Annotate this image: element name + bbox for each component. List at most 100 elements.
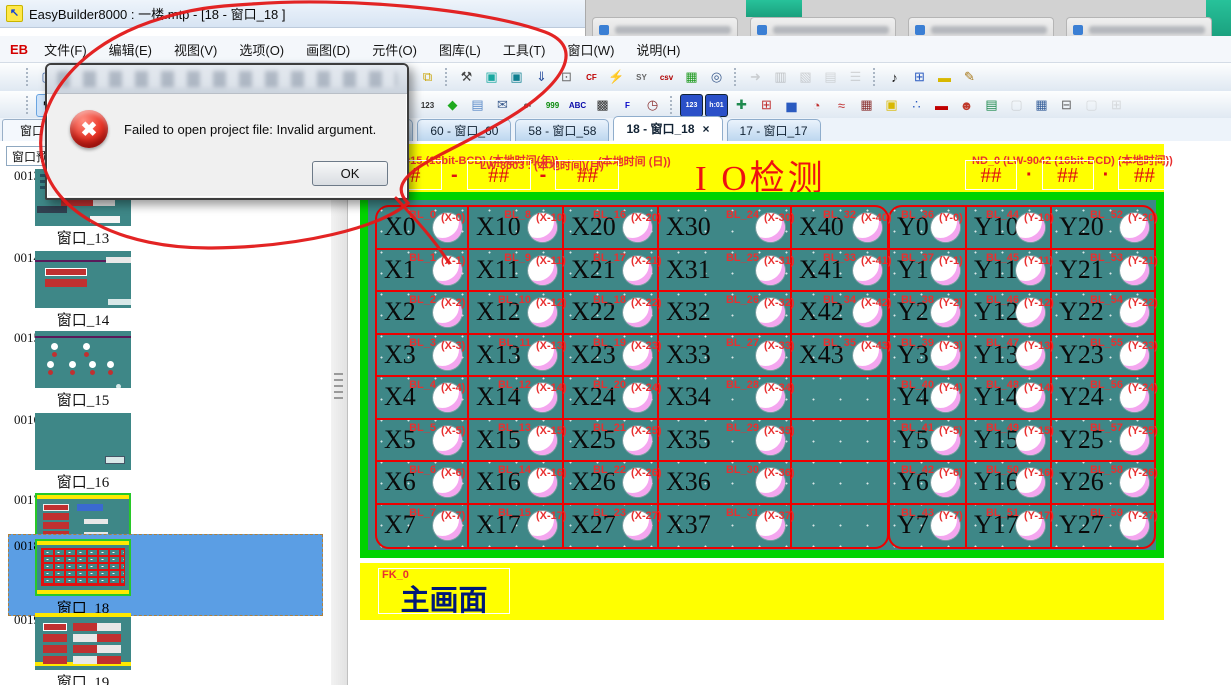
meter-display-icon[interactable]: ◔: [805, 94, 828, 117]
gray-copy-icon[interactable]: ▢: [1080, 94, 1103, 117]
operator-icon[interactable]: ☻: [955, 94, 978, 117]
io-cell-X21[interactable]: X21BL_17(X-21): [564, 250, 659, 293]
io-cell-Y23[interactable]: Y23BL_55(Y-23): [1052, 335, 1154, 378]
picture-library-icon[interactable]: ▧: [794, 66, 817, 89]
io-cell-Y27[interactable]: Y27BL_59(Y-27): [1052, 505, 1154, 548]
numeric-display-box[interactable]: ##: [1042, 160, 1094, 190]
window-thumbnail[interactable]: [35, 413, 131, 470]
date-display[interactable]: ##-##-##: [378, 160, 619, 190]
io-cell-X25[interactable]: X25BL_21(X-25): [564, 420, 659, 463]
drawer-icon[interactable]: ☰: [844, 66, 867, 89]
menu-item[interactable]: 编辑(E): [109, 43, 152, 58]
function-f-icon[interactable]: F: [616, 94, 639, 117]
address-grid-icon[interactable]: ⊞: [908, 66, 931, 89]
window-thumbnail[interactable]: [35, 539, 131, 596]
io-cell-X37[interactable]: X37BL_31(X-37): [659, 505, 792, 548]
scatter-icon[interactable]: ∴: [905, 94, 928, 117]
online-simulation-icon[interactable]: ▣: [480, 66, 503, 89]
sound-library-icon[interactable]: ♪: [883, 66, 906, 89]
canvas-header-bar[interactable]: LW-9015 (16bit-BCD) (本地时间(年)) LW-8003 : …: [360, 144, 1164, 192]
io-cell-X26[interactable]: X26BL_22(X-26): [564, 462, 659, 505]
barcode-icon[interactable]: ▩: [591, 94, 614, 117]
io-cell-X7[interactable]: X7BL_7(X-7): [377, 505, 469, 548]
numeric-display-icon[interactable]: 999: [541, 94, 564, 117]
menu-item[interactable]: 说明(H): [636, 43, 680, 58]
io-cell-X10[interactable]: X10BL_8(X-10): [469, 207, 564, 250]
document-tab[interactable]: 17 - 窗口_17: [727, 119, 821, 141]
io-cell-Y14[interactable]: Y14BL_48(Y-14): [967, 377, 1052, 420]
time-display-icon[interactable]: h:01: [705, 94, 728, 117]
menu-item[interactable]: 视图(V): [174, 43, 217, 58]
menu-item[interactable]: 元件(O): [372, 43, 417, 58]
window-preview-item[interactable]: 0016窗口_16: [0, 412, 331, 492]
io-cell-X31[interactable]: X31BL_25(X-31): [659, 250, 792, 293]
window-thumbnail[interactable]: [35, 251, 131, 308]
exit-icon[interactable]: ➜: [744, 66, 767, 89]
recipe-table-icon[interactable]: ▦: [680, 66, 703, 89]
menu-item[interactable]: 图库(L): [439, 43, 481, 58]
io-cell-Y7[interactable]: Y7BL_43(Y-7): [890, 505, 967, 548]
document-tab[interactable]: 18 - 窗口_18×: [613, 116, 722, 141]
io-cell-X17[interactable]: X17BL_15(X-17): [469, 505, 564, 548]
io-cell-X3[interactable]: X3BL_3(X-3): [377, 335, 469, 378]
io-cell-X6[interactable]: X6BL_6(X-6): [377, 462, 469, 505]
window-copy-icon[interactable]: ⧉: [416, 66, 439, 89]
io-cell-X2[interactable]: X2BL_2(X-2): [377, 292, 469, 335]
pointer-menu-icon[interactable]: ▤: [466, 94, 489, 117]
numeric-display-box[interactable]: ##: [965, 160, 1017, 190]
event-log-icon[interactable]: ▤: [980, 94, 1003, 117]
io-cell-Y11[interactable]: Y11BL_45(Y-11): [967, 250, 1052, 293]
io-cell-Y6[interactable]: Y6BL_42(Y-6): [890, 462, 967, 505]
io-cell-X5[interactable]: X5BL_5(X-5): [377, 420, 469, 463]
io-cell-Y24[interactable]: Y24BL_56(Y-24): [1052, 377, 1154, 420]
schedule-icon[interactable]: ▦: [1030, 94, 1053, 117]
window-preview-item[interactable]: 0019窗口_19: [0, 612, 331, 685]
io-cell-X20[interactable]: X20BL_16(X-20): [564, 207, 659, 250]
io-cell-Y12[interactable]: Y12BL_46(Y-12): [967, 292, 1052, 335]
history-table-icon[interactable]: ▦: [855, 94, 878, 117]
menu-item[interactable]: 文件(F): [44, 43, 87, 58]
compile-icon[interactable]: ⚒: [455, 66, 478, 89]
io-cell-X32[interactable]: X32BL_26(X-32): [659, 292, 792, 335]
io-cell-Y26[interactable]: Y26BL_58(Y-26): [1052, 462, 1154, 505]
io-cell-X33[interactable]: X33BL_27(X-33): [659, 335, 792, 378]
key-switch-icon[interactable]: o-: [516, 94, 539, 117]
menu-item[interactable]: 工具(T): [503, 43, 546, 58]
io-cell-X12[interactable]: X12BL_10(X-12): [469, 292, 564, 335]
io-cell-X35[interactable]: X35BL_29(X-35): [659, 420, 792, 463]
group-list-icon[interactable]: ▤: [819, 66, 842, 89]
bar-graph-icon[interactable]: ▅: [780, 94, 803, 117]
io-cell-X23[interactable]: X23BL_19(X-23): [564, 335, 659, 378]
ascii-display-icon[interactable]: ABC: [566, 94, 589, 117]
io-cell-X1[interactable]: X1BL_1(X-1): [377, 250, 469, 293]
io-cell-X11[interactable]: X11BL_9(X-11): [469, 250, 564, 293]
sidebar-splitter[interactable]: [331, 141, 348, 685]
menu-item[interactable]: 画图(D): [306, 43, 350, 58]
picture-view-icon[interactable]: ▣: [880, 94, 903, 117]
io-cell-X36[interactable]: X36BL_30(X-36): [659, 462, 792, 505]
io-cell-X16[interactable]: X16BL_14(X-16): [469, 462, 564, 505]
io-cell-Y1[interactable]: Y1BL_37(Y-1): [890, 250, 967, 293]
mail-icon[interactable]: ✉: [491, 94, 514, 117]
io-cell-X22[interactable]: X22BL_18(X-22): [564, 292, 659, 335]
ok-button[interactable]: OK: [312, 161, 388, 186]
main-screen-button[interactable]: FK_0 主画面: [378, 568, 510, 614]
menu-item[interactable]: 选项(O): [239, 43, 284, 58]
library-book-icon[interactable]: ▥: [769, 66, 792, 89]
io-cell-Y5[interactable]: Y5BL_41(Y-5): [890, 420, 967, 463]
io-cell-X14[interactable]: X14BL_12(X-14): [469, 377, 564, 420]
io-cell-X24[interactable]: X24BL_20(X-24): [564, 377, 659, 420]
io-cell-Y16[interactable]: Y16BL_50(Y-16): [967, 462, 1052, 505]
eb-menu-logo[interactable]: EB: [10, 42, 28, 57]
move-shape-icon[interactable]: ✚: [730, 94, 753, 117]
io-cell-Y13[interactable]: Y13BL_47(Y-13): [967, 335, 1052, 378]
io-cell-Y20[interactable]: Y20BL_52(Y-20): [1052, 207, 1154, 250]
io-cell-X42[interactable]: X42BL_34(X-42): [792, 292, 887, 335]
numeric-display-box[interactable]: ##: [467, 160, 531, 190]
io-cell-X41[interactable]: X41BL_33(X-41): [792, 250, 887, 293]
numeric-123-icon[interactable]: 123: [416, 94, 439, 117]
numeric-input-icon[interactable]: 123: [680, 94, 703, 117]
io-cell-Y10[interactable]: Y10BL_44(Y-10): [967, 207, 1052, 250]
window-thumbnail[interactable]: [35, 331, 131, 388]
window-preview-item[interactable]: 0018窗口_18: [0, 538, 331, 618]
